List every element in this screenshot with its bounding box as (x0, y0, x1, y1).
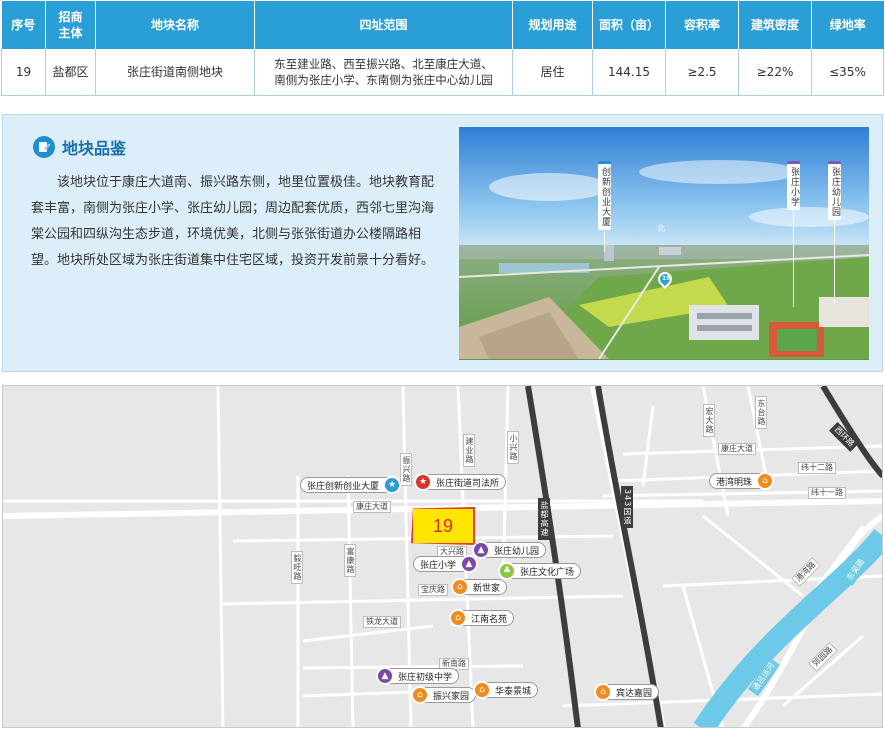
star-icon: ★ (383, 476, 402, 494)
poi-innovation-building[interactable]: 张庄创新创业大厦 ★ (300, 476, 402, 494)
aerial-label-building: 创新创业大厦 (598, 161, 611, 230)
plot-description: 该地块位于康庄大道南、振兴路东侧，地里位置极佳。地块教育配套丰富，南侧为张庄小学… (31, 175, 435, 268)
poi-label: 张庄初级中学 (398, 672, 453, 683)
cell-density: ≥22% (738, 49, 812, 96)
house-icon: ⌂ (449, 609, 467, 627)
cell-area: 144.15 (592, 49, 666, 96)
poi-label: 张庄小学 (420, 560, 457, 571)
road-label-yiwang: 毅旺路 (291, 551, 303, 584)
poi-label: 张庄文化广场 (520, 567, 575, 578)
house-icon: ⌂ (756, 472, 775, 490)
cell-green: ≤35% (811, 49, 884, 96)
poi-xinshijia[interactable]: ⌂ 新世家 (451, 578, 508, 596)
poi-zhenxing-home[interactable]: ⌂ 振兴家园 (411, 686, 477, 704)
poi-label: 振兴家园 (433, 691, 470, 702)
road-label-dongtang: 东台路 (755, 396, 767, 429)
poi-gangwan[interactable]: 港湾明珠 ⌂ (709, 472, 775, 490)
header-name: 地块名称 (95, 1, 255, 49)
house-icon: ⌂ (594, 683, 612, 701)
house-icon: ⌂ (411, 686, 429, 704)
graduation-cap-icon: ▲ (460, 555, 479, 573)
road-label-weishier: 纬十二路 (798, 462, 836, 474)
road-label-zhenxing: 振兴路 (400, 453, 412, 486)
header-boundary: 四址范围 (254, 1, 513, 49)
star-icon: ★ (414, 473, 432, 491)
header-density: 建筑密度 (738, 1, 812, 49)
road-label-baoqing: 宝庆路 (418, 584, 448, 596)
header-green: 绿地率 (811, 1, 884, 49)
plot-appraisal-panel: 地块品鉴 该地块位于康庄大道南、振兴路东侧，地里位置极佳。地块教育配套丰富，南侧… (2, 114, 883, 372)
plot-number: 19 (432, 515, 454, 536)
house-icon: ⌂ (473, 681, 491, 699)
aerial-label-kindergarten: 张庄幼儿园 (828, 161, 841, 220)
school-pole-line (793, 197, 794, 307)
road-label-yandu-expressway: 盐都高速 (538, 498, 550, 540)
section-title: 地块品鉴 (62, 139, 127, 158)
aerial-photo: 创新创业大厦 张庄小学 张庄幼儿园 北 19 (459, 127, 869, 360)
poi-jiangnan[interactable]: ⌂ 江南名苑 (449, 609, 515, 627)
poi-label: 张庄街道司法所 (436, 478, 500, 489)
land-info-table: 序号 招商 主体 地块名称 四址范围 规划用途 面积（亩） 容积率 建筑密度 绿… (1, 1, 884, 96)
poi-judicial[interactable]: ★ 张庄街道司法所 (414, 473, 507, 491)
edit-note-icon (33, 136, 55, 158)
road-label-hongda: 宏大路 (703, 404, 715, 437)
cell-far: ≥2.5 (665, 49, 739, 96)
header-area: 面积（亩） (592, 1, 666, 49)
cell-index: 19 (1, 49, 46, 96)
tree-icon: ♣ (498, 562, 516, 580)
road-label-g343: 343国道 (621, 486, 633, 529)
poi-label: 新世家 (473, 583, 501, 594)
aerial-label-school: 张庄小学 (787, 161, 800, 210)
road-label-kangzhuang-east: 康庄大道 (718, 443, 756, 455)
poi-label: 张庄幼儿园 (494, 546, 540, 557)
poi-label: 港湾明珠 (716, 477, 753, 488)
table-row: 19 盐都区 张庄街道南侧地块 东至建业路、西至振兴路、北至康庄大道、 南侧为张… (1, 49, 884, 96)
poi-binda[interactable]: ⌂ 宾达嘉园 (594, 683, 660, 701)
house-icon: ⌂ (451, 578, 469, 596)
poi-label: 江南名苑 (471, 614, 508, 625)
poi-huatai[interactable]: ⌂ 华泰景城 (473, 681, 539, 699)
cell-usage: 居住 (512, 49, 593, 96)
header-subject: 招商 主体 (45, 1, 96, 49)
header-usage: 规划用途 (512, 1, 593, 49)
road-label-weishiyi: 纬十一路 (808, 487, 846, 499)
aerial-compass: 北 (657, 224, 665, 233)
road-label-tielong: 铁龙大道 (363, 616, 401, 628)
cell-boundary: 东至建业路、西至振兴路、北至康庄大道、 南侧为张庄小学、东南侧为张庄中心幼儿园 (254, 49, 513, 96)
graduation-cap-icon: ▲ (376, 667, 394, 685)
table-header-row: 序号 招商 主体 地块名称 四址范围 规划用途 面积（亩） 容积率 建筑密度 绿… (1, 1, 884, 49)
poi-culture-square[interactable]: ♣ 张庄文化广场 (498, 562, 582, 580)
header-index: 序号 (1, 1, 46, 49)
road-label-jianye: 建业路 (463, 434, 475, 467)
road-label-xiaoxing: 小兴路 (507, 431, 519, 464)
location-map[interactable]: 振兴路 建业路 小兴路 盐都高速 343国道 康庄大道 大兴路 宝庆路 铁龙大道… (2, 385, 883, 728)
site-pin-number: 19 (662, 275, 671, 282)
road-label-fukang: 富康路 (344, 544, 356, 577)
poi-middle-school[interactable]: ▲ 张庄初级中学 (376, 667, 460, 685)
poi-label: 张庄创新创业大厦 (307, 481, 380, 492)
poi-label: 华泰景城 (495, 686, 532, 697)
cell-subject: 盐都区 (45, 49, 96, 96)
poi-label: 宾达嘉园 (616, 688, 653, 699)
plot-19-marker[interactable]: 19 (411, 507, 475, 545)
poi-kindergarten[interactable]: ▲ 张庄幼儿园 (472, 541, 547, 559)
road-label-kangzhuang: 康庄大道 (353, 501, 391, 513)
section-heading: 地块品鉴 (33, 135, 126, 159)
cell-name: 张庄街道南侧地块 (95, 49, 255, 96)
poi-school[interactable]: 张庄小学 ▲ (413, 555, 479, 573)
header-far: 容积率 (665, 1, 739, 49)
